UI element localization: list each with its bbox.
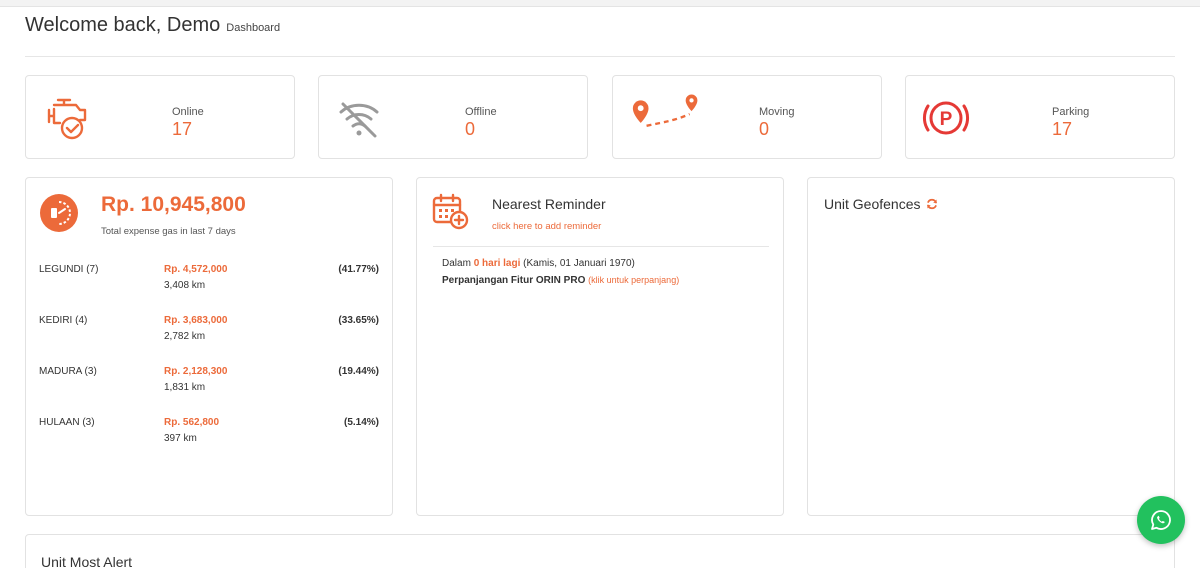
gas-total-subtitle: Total expense gas in last 7 days	[101, 226, 236, 237]
stat-label: Parking	[1052, 106, 1090, 118]
reminder-item-name: Perpanjangan Fitur ORIN PRO	[442, 275, 586, 286]
gas-row-percent: (5.14%)	[343, 417, 379, 428]
gas-row-percent: (33.65%)	[338, 315, 379, 326]
gas-row-name: KEDIRI (4)	[39, 315, 88, 326]
gas-row: LEGUNDI (7) Rp. 4,572,000 3,408 km (41.7…	[39, 264, 379, 300]
gas-row-km: 397 km	[164, 433, 197, 444]
stat-value: 0	[465, 119, 476, 139]
gas-row-percent: (41.77%)	[338, 264, 379, 275]
gas-row: HULAAN (3) Rp. 562,800 397 km (5.14%)	[39, 417, 379, 453]
gas-row-amount: Rp. 2,128,300	[164, 366, 228, 377]
reminder-card: Nearest Reminder click here to add remin…	[416, 177, 784, 516]
gas-row-percent: (19.44%)	[338, 366, 379, 377]
gas-row: MADURA (3) Rp. 2,128,300 1,831 km (19.44…	[39, 366, 379, 402]
most-alert-card: Unit Most Alert	[25, 534, 1175, 568]
gas-row-km: 1,831 km	[164, 382, 206, 393]
page-title: Welcome back, Demo	[25, 14, 221, 36]
calendar-add-icon	[432, 193, 469, 230]
stat-card-offline[interactable]: Offline 0	[318, 75, 588, 159]
gas-row-amount: Rp. 4,572,000	[164, 264, 228, 275]
add-reminder-link[interactable]: click here to add reminder	[492, 221, 601, 232]
stat-card-moving[interactable]: Moving 0	[612, 75, 882, 159]
divider	[433, 246, 769, 247]
geofence-title: Unit Geofences	[824, 196, 938, 212]
svg-text:P: P	[940, 109, 953, 130]
stat-card-online[interactable]: Online 17	[25, 75, 295, 159]
stat-card-parking[interactable]: P Parking 17	[905, 75, 1175, 159]
parking-icon: P	[923, 101, 969, 135]
stat-value: 0	[759, 119, 770, 139]
gas-expense-card: Rp. 10,945,800 Total expense gas in last…	[25, 177, 393, 516]
gas-row-amount: Rp. 562,800	[164, 417, 220, 428]
reminder-item: Perpanjangan Fitur ORIN PRO (klik untuk …	[442, 275, 679, 286]
engine-check-icon	[47, 98, 87, 140]
gas-row-km: 3,408 km	[164, 280, 206, 291]
reminder-date: (Kamis, 01 Januari 1970)	[523, 258, 635, 269]
reminder-title: Nearest Reminder	[492, 196, 606, 212]
page-header: Welcome back, Demo Dashboard	[25, 14, 1175, 57]
stat-value: 17	[1052, 119, 1073, 139]
whatsapp-icon	[1151, 510, 1171, 530]
fuel-gauge-icon	[40, 194, 78, 232]
whatsapp-button[interactable]	[1137, 496, 1185, 544]
reminder-days: 0 hari lagi	[473, 258, 521, 269]
gas-row-name: MADURA (3)	[39, 366, 97, 377]
stat-label: Offline	[465, 106, 497, 118]
reminder-renew-link[interactable]: (klik untuk perpanjang)	[588, 275, 679, 285]
stat-value: 17	[172, 119, 193, 139]
gas-row-amount: Rp. 3,683,000	[164, 315, 228, 326]
wifi-off-icon	[339, 102, 379, 138]
geofence-title-text: Unit Geofences	[824, 196, 921, 212]
gas-row-km: 2,782 km	[164, 331, 206, 342]
gas-row-name: HULAAN (3)	[39, 417, 95, 428]
breadcrumb[interactable]: Dashboard	[226, 22, 280, 34]
reminder-due: Dalam 0 hari lagi (Kamis, 01 Januari 197…	[442, 258, 635, 269]
refresh-icon[interactable]	[926, 198, 938, 210]
stat-label: Online	[172, 106, 204, 118]
route-pins-icon	[632, 94, 698, 127]
gas-row: KEDIRI (4) Rp. 3,683,000 2,782 km (33.65…	[39, 315, 379, 351]
dashboard-page: Welcome back, Demo Dashboard Online 17 O…	[0, 6, 1200, 568]
most-alert-title: Unit Most Alert	[41, 554, 133, 568]
geofence-card: Unit Geofences	[807, 177, 1175, 516]
gas-row-name: LEGUNDI (7)	[39, 264, 99, 275]
gas-total-amount: Rp. 10,945,800	[101, 193, 246, 216]
reminder-prefix: Dalam	[442, 258, 471, 269]
stat-label: Moving	[759, 106, 795, 118]
